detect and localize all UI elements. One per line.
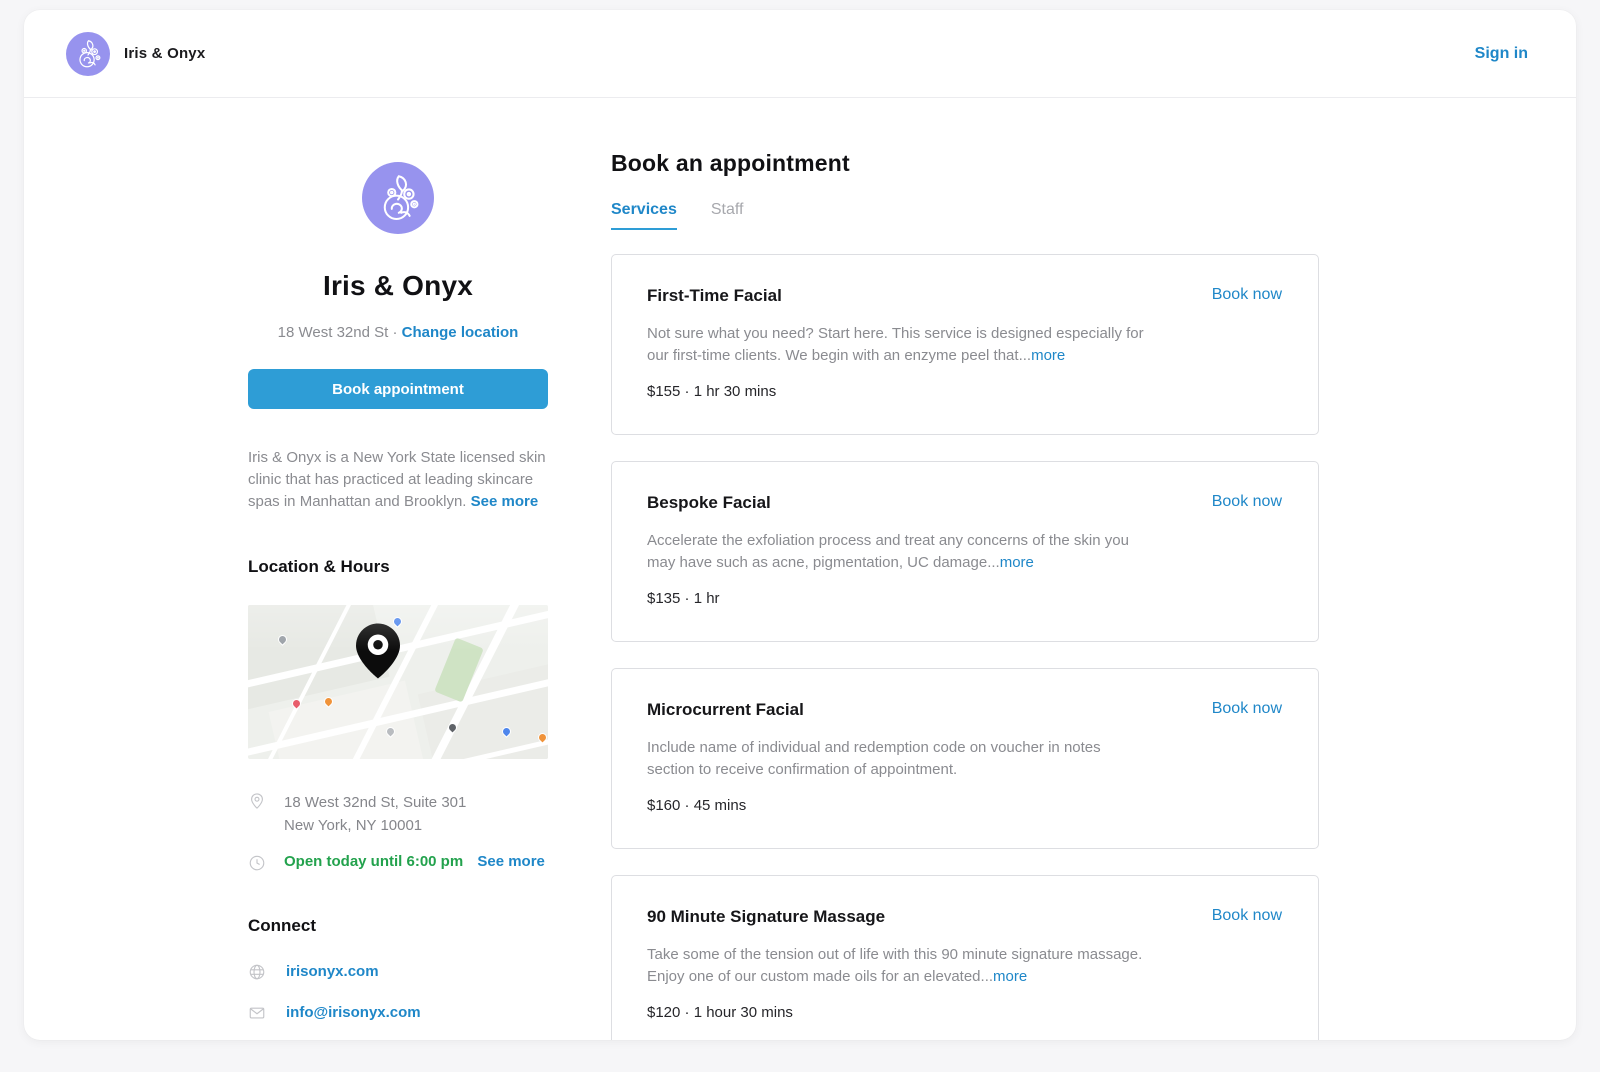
email-address[interactable]: info@irisonyx.com: [286, 1004, 421, 1021]
service-description: Take some of the tension out of life wit…: [647, 944, 1152, 988]
service-description-text: Accelerate the exfoliation process and t…: [647, 532, 1129, 571]
book-now-link[interactable]: Book now: [1212, 286, 1282, 304]
tab-services[interactable]: Services: [611, 201, 677, 230]
location-map[interactable]: [248, 605, 548, 759]
ellipsis: ...: [987, 554, 1000, 571]
tab-staff[interactable]: Staff: [711, 201, 744, 230]
service-name: Bespoke Facial: [647, 493, 771, 513]
service-description-text: Not sure what you need? Start here. This…: [647, 325, 1144, 364]
booking-page-card: Iris & Onyx Sign in Iris & Onyx 18 West …: [24, 10, 1576, 1040]
business-description: Iris & Onyx is a New York State licensed…: [248, 447, 548, 513]
more-link[interactable]: more: [1031, 347, 1065, 364]
service-description-text: Take some of the tension out of life wit…: [647, 946, 1142, 985]
service-card-bespoke-facial: Bespoke Facial Book now Accelerate the e…: [611, 461, 1319, 642]
address-short: 18 West 32nd St: [278, 324, 389, 341]
more-link[interactable]: more: [993, 968, 1027, 985]
clock-icon: [248, 854, 266, 872]
mail-icon: [248, 1004, 266, 1022]
service-name: 90 Minute Signature Massage: [647, 907, 885, 927]
open-hours: Open today until 6:00 pm See more: [284, 853, 545, 870]
hours-row: Open today until 6:00 pm See more: [248, 853, 548, 872]
website-url[interactable]: irisonyx.com: [286, 963, 379, 980]
map-pin-outline-icon: [248, 792, 266, 810]
globe-icon: [248, 963, 266, 981]
book-now-link[interactable]: Book now: [1212, 493, 1282, 511]
ellipsis: ...: [1019, 347, 1032, 364]
book-appointment-button[interactable]: Book appointment: [248, 369, 548, 409]
address-line1: 18 West 32nd St, Suite 301: [284, 791, 466, 814]
description-see-more-link[interactable]: See more: [471, 493, 539, 510]
service-name: First-Time Facial: [647, 286, 782, 306]
email-link[interactable]: info@irisonyx.com: [248, 1003, 548, 1022]
service-description-text: Include name of individual and redemptio…: [647, 739, 1101, 778]
service-list: First-Time Facial Book now Not sure what…: [611, 254, 1319, 1040]
full-address: 18 West 32nd St, Suite 301 New York, NY …: [284, 791, 466, 837]
business-name-title: Iris & Onyx: [248, 270, 548, 302]
business-sidebar: Iris & Onyx 18 West 32nd St · Change loc…: [248, 98, 548, 1040]
brand-name: Iris & Onyx: [124, 45, 205, 62]
service-card-microcurrent-facial: Microcurrent Facial Book now Include nam…: [611, 668, 1319, 849]
service-price: $160 · 45 mins: [647, 797, 1282, 814]
service-price: $155 · 1 hr 30 mins: [647, 383, 1282, 400]
more-link[interactable]: more: [1000, 554, 1034, 571]
page-content: Iris & Onyx 18 West 32nd St · Change loc…: [24, 98, 1576, 1040]
service-card-90-minute-signature-massage: 90 Minute Signature Massage Book now Tak…: [611, 875, 1319, 1040]
connect-heading: Connect: [248, 916, 548, 936]
sign-in-link[interactable]: Sign in: [1475, 45, 1528, 63]
hours-see-more-link[interactable]: See more: [477, 853, 545, 870]
service-card-first-time-facial: First-Time Facial Book now Not sure what…: [611, 254, 1319, 435]
service-description: Include name of individual and redemptio…: [647, 737, 1152, 781]
location-hours-heading: Location & Hours: [248, 557, 548, 577]
website-link[interactable]: irisonyx.com: [248, 962, 548, 981]
brand[interactable]: Iris & Onyx: [66, 32, 205, 76]
booking-main: Book an appointment Services Staff First…: [611, 98, 1319, 1040]
service-description: Not sure what you need? Start here. This…: [647, 323, 1152, 367]
ellipsis: ...: [981, 968, 994, 985]
business-logo-icon: [66, 32, 110, 76]
address-row: 18 West 32nd St, Suite 301 New York, NY …: [248, 791, 548, 837]
address-line2: New York, NY 10001: [284, 814, 466, 837]
service-price: $120 · 1 hour 30 mins: [647, 1004, 1282, 1021]
service-name: Microcurrent Facial: [647, 700, 804, 720]
address-short-row: 18 West 32nd St · Change location: [248, 324, 548, 341]
map-overlay: [248, 605, 548, 759]
book-now-link[interactable]: Book now: [1212, 907, 1282, 925]
booking-tabs: Services Staff: [611, 201, 1319, 230]
service-description: Accelerate the exfoliation process and t…: [647, 530, 1152, 574]
dot-separator: ·: [392, 324, 397, 341]
book-now-link[interactable]: Book now: [1212, 700, 1282, 718]
business-avatar-icon: [362, 162, 434, 234]
change-location-link[interactable]: Change location: [402, 324, 519, 341]
open-hours-text: Open today until 6:00 pm: [284, 853, 463, 870]
connect-links: irisonyx.com info@irisonyx.com (212) 256…: [248, 962, 548, 1040]
page-title: Book an appointment: [611, 150, 1319, 177]
top-navigation-bar: Iris & Onyx Sign in: [24, 10, 1576, 98]
service-price: $135 · 1 hr: [647, 590, 1282, 607]
